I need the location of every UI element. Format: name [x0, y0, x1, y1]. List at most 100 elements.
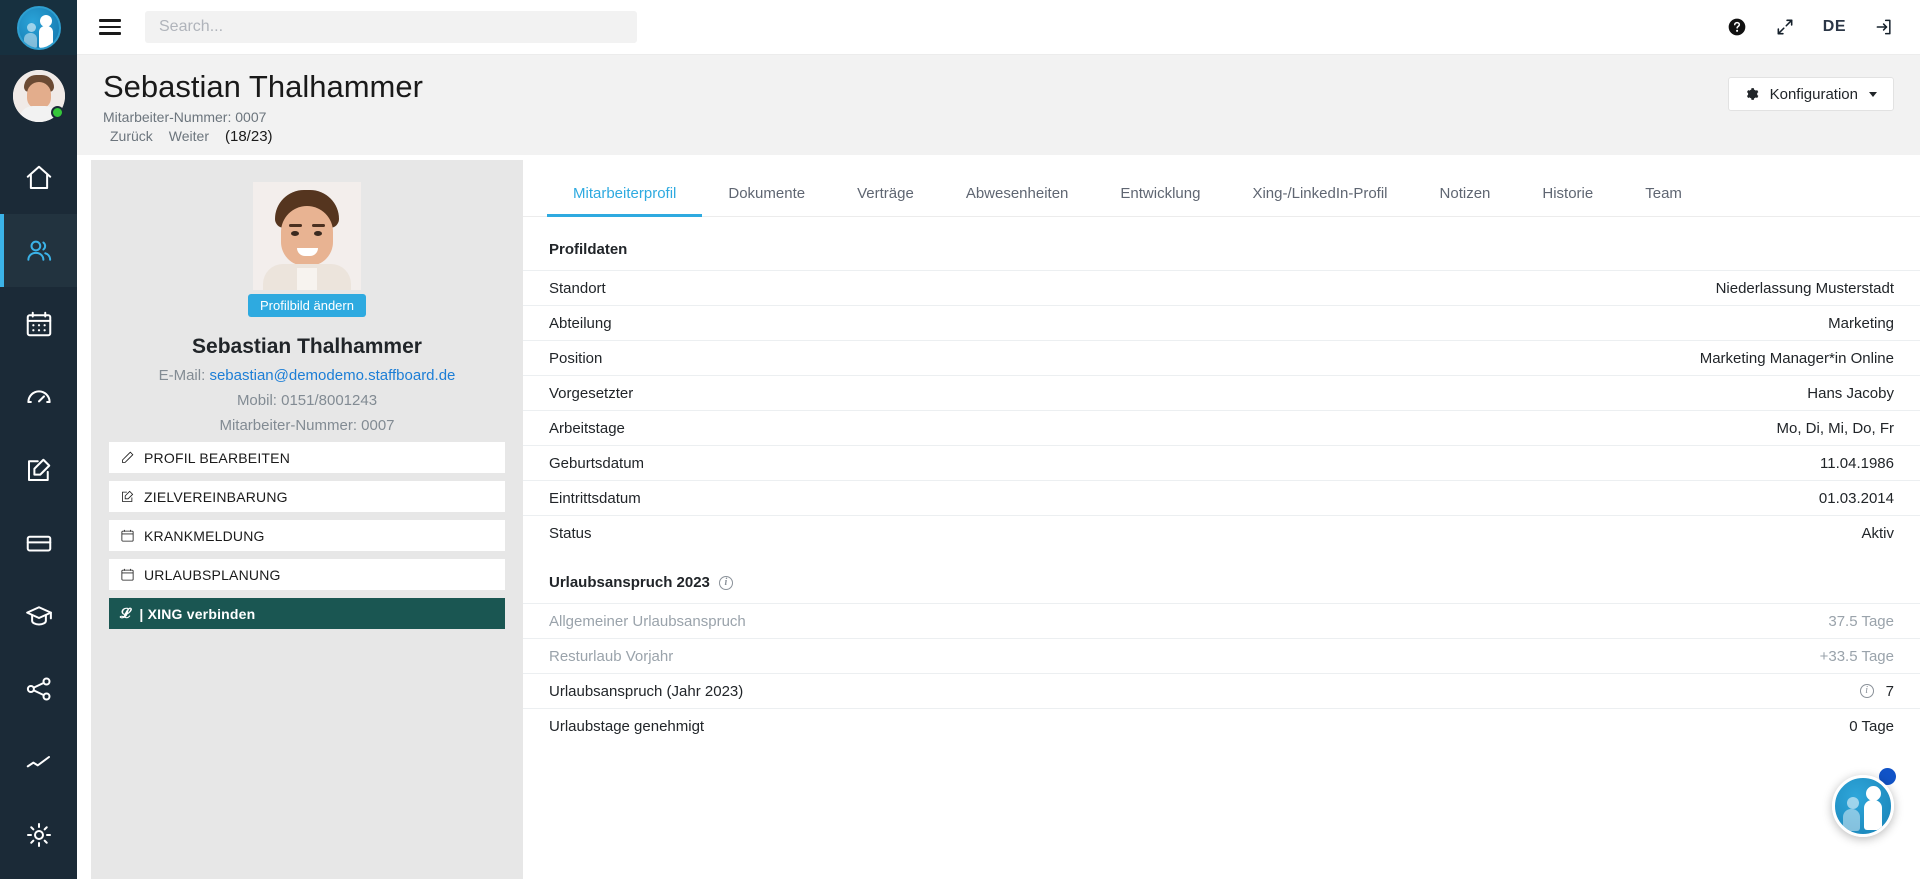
page-header: Sebastian Thalhammer Mitarbeiter-Nummer:…: [77, 55, 1920, 155]
tab-xing-linkedin-profil[interactable]: Xing-/LinkedIn-Profil: [1226, 185, 1413, 216]
gear-icon: [1746, 88, 1758, 100]
row-value: Niederlassung Musterstadt: [1715, 279, 1894, 297]
row-label: Abteilung: [549, 314, 612, 332]
email-link[interactable]: sebastian@demodemo.staffboard.de: [209, 367, 455, 384]
tab-vertraege[interactable]: Verträge: [831, 185, 940, 216]
info-icon[interactable]: i: [1859, 684, 1874, 698]
hamburger-icon[interactable]: [99, 19, 121, 35]
urlaubsplanung-button[interactable]: URLAUBSPLANUNG: [109, 559, 505, 590]
sidebar-item-settings[interactable]: [0, 798, 77, 871]
profile-sidebar: Profilbild ändern Sebastian Thalhammer E…: [91, 160, 523, 879]
tab-historie[interactable]: Historie: [1516, 185, 1619, 216]
main-panel: Mitarbeiterprofil Dokumente Verträge Abw…: [523, 160, 1920, 879]
staffboard-logo-icon: [16, 5, 61, 50]
avatar: [12, 70, 65, 122]
row-label: Resturlaub Vorjahr: [549, 647, 674, 665]
language-selector[interactable]: DE: [1823, 18, 1846, 36]
status-online-dot: [50, 106, 64, 119]
tab-mitarbeiterprofil[interactable]: Mitarbeiterprofil: [547, 185, 703, 217]
row-label: Allgemeiner Urlaubsanspruch: [549, 612, 746, 630]
share-nodes-icon: [26, 676, 51, 701]
profil-bearbeiten-button[interactable]: PROFIL BEARBEITEN: [109, 442, 505, 473]
email-label: E-Mail:: [158, 367, 206, 384]
tab-dokumente[interactable]: Dokumente: [702, 185, 831, 216]
action-label: ZIELVEREINBARUNG: [144, 488, 288, 505]
row-value: +33.5 Tage: [1819, 647, 1894, 665]
top-bar: DE: [77, 0, 1920, 55]
tab-abwesenheiten[interactable]: Abwesenheiten: [940, 185, 1095, 216]
trend-line-icon: [26, 755, 50, 767]
calendar-icon: [121, 529, 134, 542]
row-value: 0 Tage: [1849, 717, 1894, 735]
sidebar-item-dashboard[interactable]: [0, 360, 77, 433]
table-row: Eintrittsdatum 01.03.2014: [523, 480, 1920, 515]
action-label: KRANKMELDUNG: [144, 527, 265, 544]
pencil-icon: [122, 451, 134, 463]
content-area: Profilbild ändern Sebastian Thalhammer E…: [77, 155, 1920, 879]
row-label: Urlaubsanspruch (Jahr 2023): [549, 682, 744, 700]
action-label: PROFIL BEARBEITEN: [144, 449, 291, 466]
tab-team[interactable]: Team: [1619, 185, 1708, 216]
table-row: Position Marketing Manager*in Online: [523, 340, 1920, 375]
page-title: Sebastian Thalhammer: [103, 69, 423, 104]
info-icon[interactable]: i: [718, 575, 733, 590]
topbar-actions: DE: [1727, 17, 1894, 37]
tab-bar: Mitarbeiterprofil Dokumente Verträge Abw…: [523, 160, 1920, 217]
row-label: Position: [549, 349, 603, 367]
sidebar-item-reports[interactable]: [0, 725, 77, 798]
sidebar-item-employees[interactable]: [0, 214, 77, 287]
row-value: Marketing Manager*in Online: [1699, 349, 1894, 367]
table-row: Vorgesetzter Hans Jacoby: [523, 375, 1920, 410]
krankmeldung-button[interactable]: KRANKMELDUNG: [109, 520, 505, 551]
logout-icon[interactable]: [1874, 17, 1894, 37]
row-value: 37.5 Tage: [1828, 612, 1894, 630]
urlaubsanspruch-heading: Urlaubsanspruch 2023 i: [523, 550, 1920, 603]
row-label: Urlaubstage genehmigt: [549, 717, 705, 735]
xing-icon: 𝓛: [120, 605, 131, 621]
sidebar-item-payroll[interactable]: [0, 506, 77, 579]
app-logo[interactable]: [0, 0, 77, 55]
change-photo-button[interactable]: Profilbild ändern: [248, 294, 366, 317]
search-input[interactable]: [145, 11, 637, 43]
konfiguration-button[interactable]: Konfiguration: [1727, 77, 1894, 111]
table-row: Geburtsdatum 11.04.1986: [523, 445, 1920, 480]
row-value: 7: [1885, 682, 1894, 700]
graduation-cap-icon: [25, 605, 52, 625]
row-label: Eintrittsdatum: [549, 489, 641, 507]
profile-employee-number: Mitarbeiter-Nummer: 0007: [219, 417, 395, 434]
row-value-group: i 7: [1859, 682, 1894, 700]
table-row: Allgemeiner Urlaubsanspruch 37.5 Tage: [523, 603, 1920, 638]
sidebar-item-organisation[interactable]: [0, 652, 77, 725]
row-value: 11.04.1986: [1820, 454, 1894, 472]
edit-square-icon: [27, 458, 50, 481]
expand-arrows-icon[interactable]: [1775, 17, 1795, 37]
rail-nav: [0, 141, 77, 871]
edit-square-icon: [122, 490, 134, 502]
row-label: Standort: [549, 279, 606, 297]
sidebar-item-training[interactable]: [0, 579, 77, 652]
sidebar-item-home[interactable]: [0, 141, 77, 214]
chat-widget-button[interactable]: [1832, 775, 1894, 837]
sidebar-item-calendar[interactable]: [0, 287, 77, 360]
employee-number-subtitle: Mitarbeiter-Nummer: 0007: [103, 109, 267, 126]
row-label: Geburtsdatum: [549, 454, 645, 472]
row-value: Marketing: [1828, 314, 1894, 332]
current-user-avatar[interactable]: [0, 55, 77, 137]
tab-notizen[interactable]: Notizen: [1414, 185, 1517, 216]
sidebar-item-notes[interactable]: [0, 433, 77, 506]
record-pager: Zurück Weiter (18/23): [103, 128, 1894, 145]
left-rail: [0, 0, 77, 879]
tab-entwicklung[interactable]: Entwicklung: [1094, 185, 1226, 216]
next-record-link[interactable]: Weiter: [169, 128, 209, 144]
konfiguration-label: Konfiguration: [1769, 85, 1858, 103]
help-circle-icon[interactable]: [1727, 17, 1747, 37]
zielvereinbarung-button[interactable]: ZIELVEREINBARUNG: [109, 481, 505, 512]
xing-verbinden-button[interactable]: 𝓛 | XING verbinden: [109, 598, 505, 629]
row-label: Vorgesetzter: [549, 384, 634, 402]
row-value: 01.03.2014: [1818, 489, 1894, 507]
action-label: | XING verbinden: [139, 605, 256, 622]
profile-mobile: Mobil: 0151/8001243: [236, 392, 378, 409]
prev-record-link[interactable]: Zurück: [110, 128, 153, 144]
row-value: Mo, Di, Mi, Do, Fr: [1776, 419, 1894, 437]
row-value: Hans Jacoby: [1807, 384, 1894, 402]
